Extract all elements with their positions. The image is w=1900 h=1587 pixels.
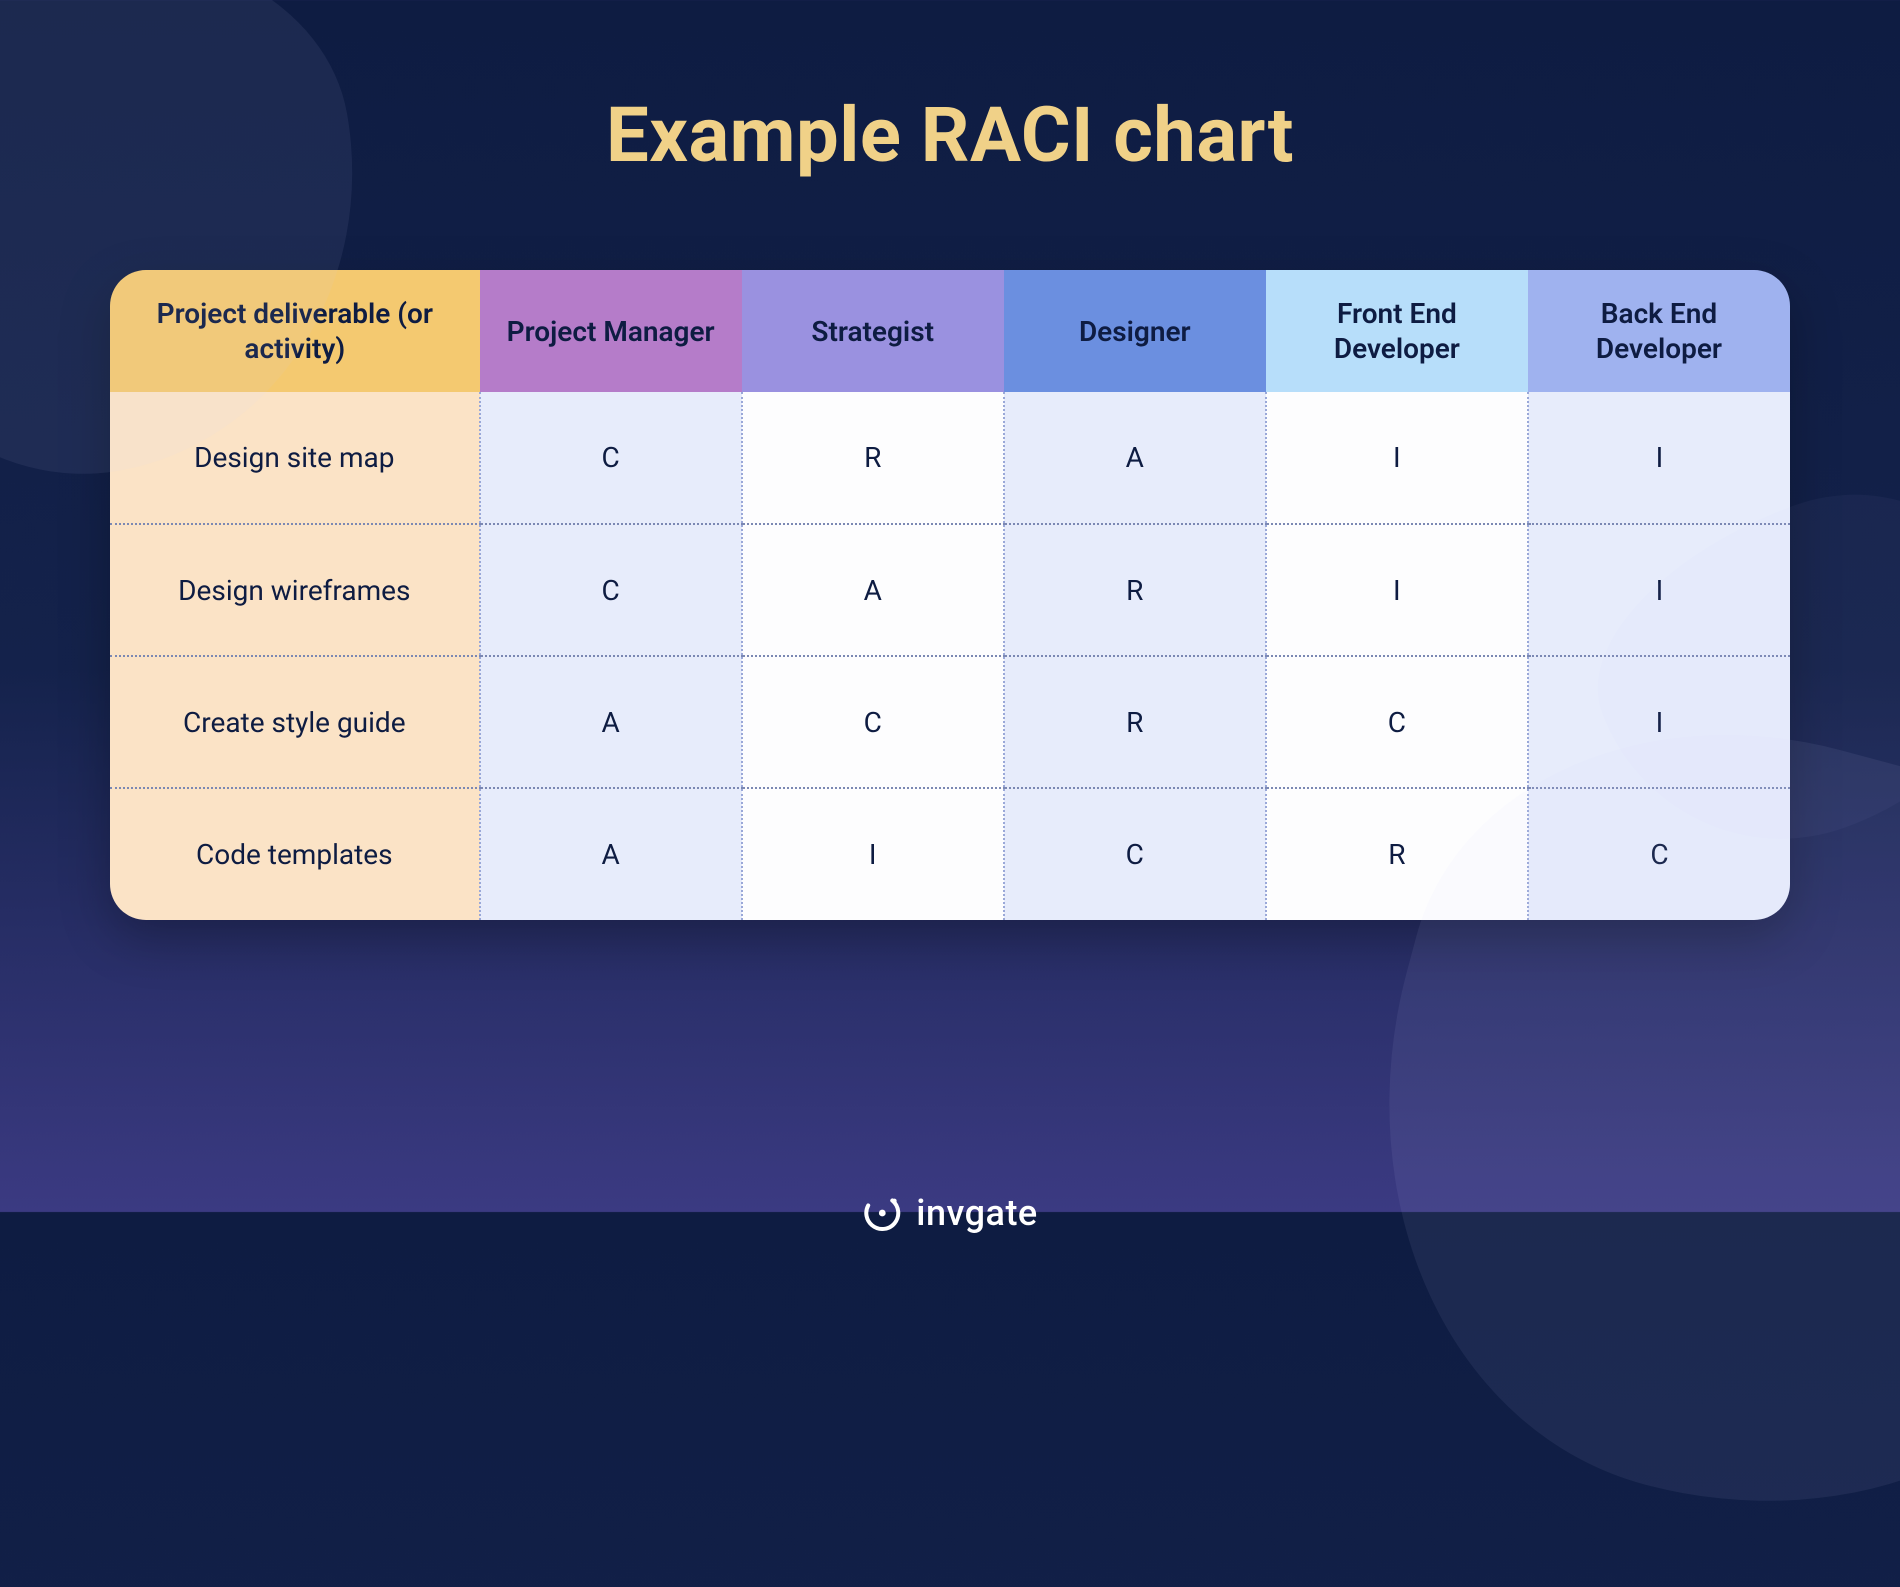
raci-cell: C [742,656,1004,788]
raci-cell: A [1004,392,1266,524]
col-header-frontend: Front End Developer [1266,270,1528,392]
raci-cell: R [1004,656,1266,788]
table-row: Design wireframes C A R I I [110,524,1790,656]
header-row: Project deliverable (or activity) Projec… [110,270,1790,392]
col-header-designer: Designer [1004,270,1266,392]
raci-cell: I [1528,392,1790,524]
raci-cell: C [1266,656,1528,788]
table-row: Design site map C R A I I [110,392,1790,524]
raci-cell: A [480,788,742,920]
raci-cell: C [480,524,742,656]
raci-cell: A [480,656,742,788]
raci-cell: C [1004,788,1266,920]
raci-cell: I [742,788,1004,920]
activity-label: Design wireframes [110,524,480,656]
col-header-backend: Back End Developer [1528,270,1790,392]
raci-cell: I [1266,524,1528,656]
col-header-strategist: Strategist [742,270,1004,392]
brand-mark-icon [862,1193,902,1233]
brand-name: invgate [916,1192,1037,1234]
raci-cell: R [742,392,1004,524]
activity-label: Create style guide [110,656,480,788]
brand-icon [862,1193,902,1233]
raci-cell: C [480,392,742,524]
raci-cell: I [1266,392,1528,524]
brand-logo: invgate [862,1192,1037,1234]
raci-cell: R [1004,524,1266,656]
col-header-pm: Project Manager [480,270,742,392]
activity-label: Code templates [110,788,480,920]
raci-cell: A [742,524,1004,656]
table-row: Create style guide A C R C I [110,656,1790,788]
